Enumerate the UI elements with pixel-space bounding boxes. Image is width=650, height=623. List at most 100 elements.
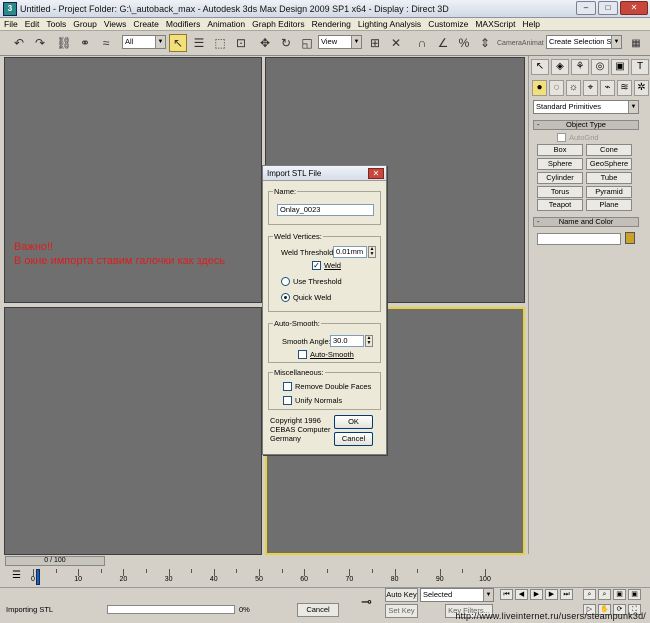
viewport-left[interactable]	[4, 307, 262, 555]
menu-edit[interactable]: Edit	[25, 19, 40, 29]
systems-icon[interactable]: ✲	[634, 80, 649, 96]
use-threshold-radio[interactable]	[281, 277, 290, 286]
weld-threshold-input[interactable]: 0.01mm	[333, 246, 367, 258]
create-tab-icon[interactable]: ↖	[531, 59, 549, 75]
object-type-rollout-header[interactable]: - Object Type	[533, 120, 639, 130]
rectangle-selection-icon[interactable]: ⬚	[211, 34, 229, 52]
menu-file[interactable]: File	[4, 19, 18, 29]
scale-icon[interactable]: ◱	[298, 34, 316, 52]
ok-button[interactable]: OK	[334, 415, 373, 429]
close-button[interactable]: ✕	[620, 1, 648, 15]
angle-snap-icon[interactable]: ∠	[434, 34, 452, 52]
select-manipulate-icon[interactable]: ✕	[387, 34, 405, 52]
goto-start-icon[interactable]: ⏮	[500, 589, 513, 600]
teapot-button[interactable]: Teapot	[537, 199, 583, 211]
primitive-category-dropdown[interactable]: Standard Primitives ▼	[533, 100, 639, 114]
shapes-icon[interactable]: ◌	[549, 80, 564, 96]
window-crossing-icon[interactable]: ⊡	[232, 34, 250, 52]
sphere-button[interactable]: Sphere	[537, 158, 583, 170]
trackbar-icon[interactable]: ☰	[12, 570, 21, 581]
pivot-center-icon[interactable]: ⊞	[366, 34, 384, 52]
time-cursor[interactable]	[36, 569, 40, 585]
next-frame-icon[interactable]: ▶	[545, 589, 558, 600]
hierarchy-tab-icon[interactable]: ⚘	[571, 59, 589, 75]
dialog-close-icon[interactable]: ✕	[368, 168, 384, 179]
autogrid-checkbox[interactable]	[557, 133, 566, 142]
auto-smooth-checkbox[interactable]	[298, 350, 307, 359]
rotate-icon[interactable]: ↻	[277, 34, 295, 52]
cone-button[interactable]: Cone	[586, 144, 632, 156]
display-tab-icon[interactable]: ▣	[611, 59, 629, 75]
object-name-input[interactable]	[537, 233, 621, 245]
menu-customize[interactable]: Customize	[428, 19, 468, 29]
named-selection-dropdown[interactable]: Create Selection Set ▼	[546, 35, 622, 49]
weld-checkbox[interactable]: ✓	[312, 261, 321, 270]
quick-weld-radio[interactable]	[281, 293, 290, 302]
geometry-icon[interactable]: ●	[532, 80, 547, 96]
unify-normals-checkbox[interactable]	[283, 396, 292, 405]
zoom-extents-icon[interactable]: ▣	[613, 589, 626, 600]
maximize-button[interactable]: □	[598, 1, 618, 15]
percent-snap-icon[interactable]: %	[455, 34, 473, 52]
cancel-button[interactable]: Cancel	[334, 432, 373, 446]
torus-button[interactable]: Torus	[537, 186, 583, 198]
lights-icon[interactable]: ☼	[566, 80, 581, 96]
previous-frame-icon[interactable]: ◀	[515, 589, 528, 600]
select-link-icon[interactable]: ⛓	[55, 34, 73, 52]
menu-modifiers[interactable]: Modifiers	[166, 19, 200, 29]
motion-tab-icon[interactable]: ◎	[591, 59, 609, 75]
redo-icon[interactable]: ↷	[31, 34, 49, 52]
pyramid-button[interactable]: Pyramid	[586, 186, 632, 198]
menu-group[interactable]: Group	[73, 19, 97, 29]
menu-help[interactable]: Help	[523, 19, 540, 29]
menu-views[interactable]: Views	[104, 19, 127, 29]
smooth-angle-spinner[interactable]: ▲ ▼	[365, 335, 373, 347]
menu-rendering[interactable]: Rendering	[312, 19, 351, 29]
smooth-angle-input[interactable]: 30.0	[330, 335, 364, 347]
snaps-toggle-icon[interactable]: ∩	[413, 34, 431, 52]
zoom-icon[interactable]: ⌕	[583, 589, 596, 600]
geosphere-button[interactable]: GeoSphere	[586, 158, 632, 170]
weld-threshold-spinner[interactable]: ▲ ▼	[368, 246, 376, 258]
cylinder-button[interactable]: Cylinder	[537, 172, 583, 184]
time-slider[interactable]: 0 / 100	[5, 556, 105, 566]
select-by-name-icon[interactable]: ☰	[190, 34, 208, 52]
menu-lighting-analysis[interactable]: Lighting Analysis	[358, 19, 421, 29]
set-key-button[interactable]: Set Key	[385, 604, 418, 618]
helpers-icon[interactable]: ⌁	[600, 80, 615, 96]
key-mode-dropdown[interactable]: Selected ▼	[420, 588, 494, 602]
menu-graph-editors[interactable]: Graph Editors	[252, 19, 304, 29]
remove-double-faces-checkbox[interactable]	[283, 382, 292, 391]
ref-coord-dropdown[interactable]: View ▼	[318, 35, 362, 49]
object-color-swatch[interactable]	[625, 232, 635, 244]
timeline-ruler[interactable]: 0 10 20 30 40 50 60 70 80 90 100	[31, 569, 530, 585]
minimize-button[interactable]: –	[576, 1, 596, 15]
zoom-extents-all-icon[interactable]: ▣	[628, 589, 641, 600]
space-warps-icon[interactable]: ≋	[617, 80, 632, 96]
zoom-all-icon[interactable]: ⌕	[598, 589, 611, 600]
play-icon[interactable]: ▶	[530, 589, 543, 600]
utilities-tab-icon[interactable]: T	[631, 59, 649, 75]
menu-tools[interactable]: Tools	[46, 19, 66, 29]
menu-animation[interactable]: Animation	[207, 19, 245, 29]
menu-create[interactable]: Create	[133, 19, 159, 29]
move-icon[interactable]: ✥	[256, 34, 274, 52]
unlink-icon[interactable]: ⚭	[76, 34, 94, 52]
name-color-rollout-header[interactable]: - Name and Color	[533, 217, 639, 227]
goto-end-icon[interactable]: ⏭	[560, 589, 573, 600]
bind-space-warp-icon[interactable]: ≈	[97, 34, 115, 52]
select-object-icon[interactable]: ↖	[169, 34, 187, 52]
checker-icon[interactable]: ▦	[627, 34, 645, 52]
cameras-icon[interactable]: ⌖	[583, 80, 598, 96]
spinner-snap-icon[interactable]: ⇕	[476, 34, 494, 52]
auto-key-button[interactable]: Auto Key	[385, 588, 418, 602]
box-button[interactable]: Box	[537, 144, 583, 156]
selection-filter-dropdown[interactable]: All ▼	[122, 35, 166, 49]
status-cancel-button[interactable]: Cancel	[297, 603, 339, 617]
modify-tab-icon[interactable]: ◈	[551, 59, 569, 75]
tube-button[interactable]: Tube	[586, 172, 632, 184]
undo-icon[interactable]: ↶	[10, 34, 28, 52]
plane-button[interactable]: Plane	[586, 199, 632, 211]
name-input[interactable]: Onlay_0023	[277, 204, 374, 216]
menu-maxscript[interactable]: MAXScript	[475, 19, 515, 29]
